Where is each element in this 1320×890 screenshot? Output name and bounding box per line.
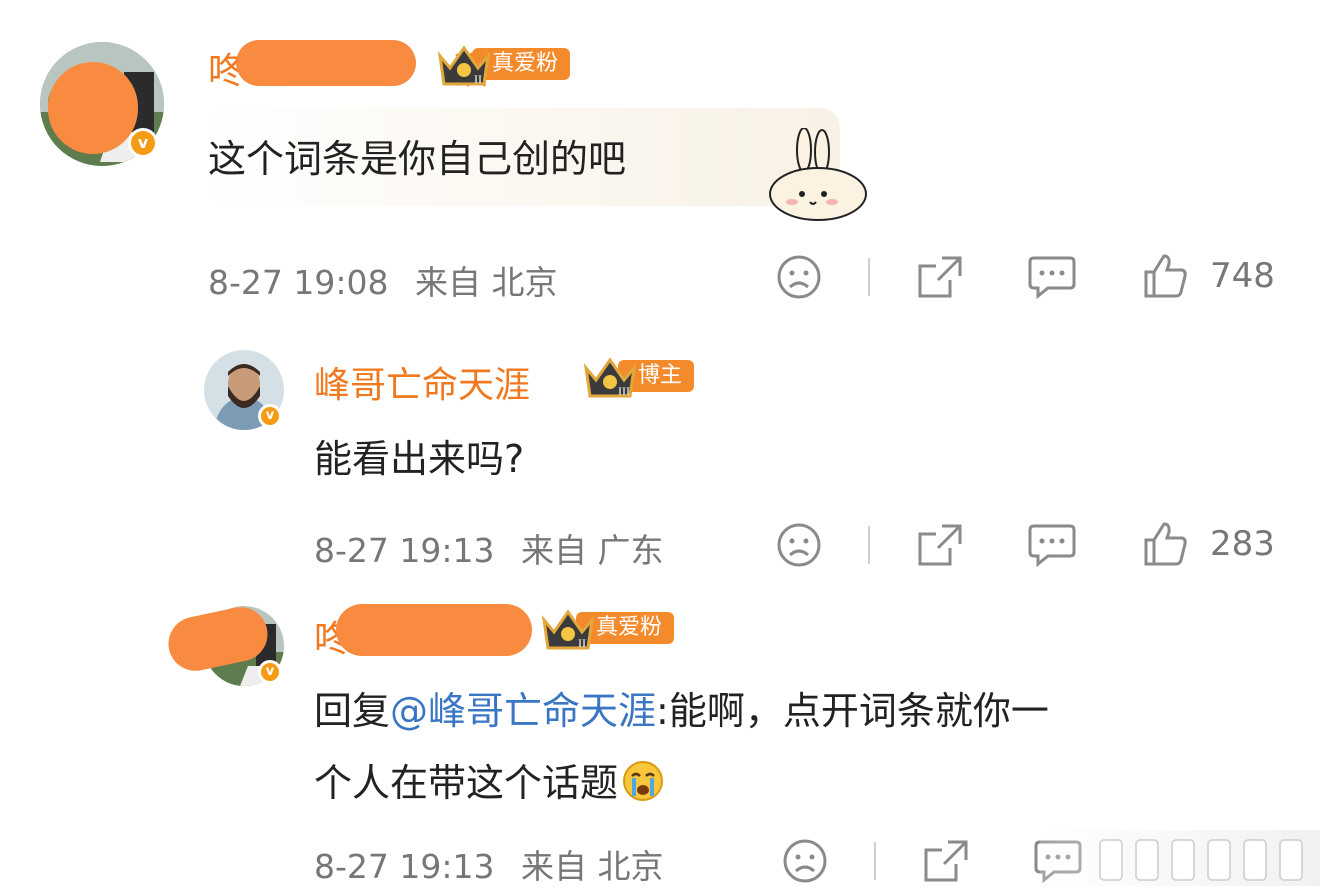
bunny-sticker (766, 127, 876, 228)
crown-icon: III (583, 357, 637, 398)
comment-date: 8-27 19:13 (314, 847, 495, 886)
like-icon[interactable] (1142, 520, 1188, 572)
reply-text: 回复@峰哥亡命天涯:能啊，点开词条就你一 (314, 680, 1049, 735)
username[interactable]: 峰哥亡命天涯 (314, 356, 530, 408)
share-icon[interactable] (916, 254, 964, 304)
like-count: 748 (1210, 256, 1275, 296)
comment-meta: 8-27 19:13 来自 广东 (314, 524, 664, 572)
watermark (1040, 830, 1320, 886)
crown-icon: II (541, 609, 595, 650)
divider (874, 842, 876, 880)
comment-location: 来自 北京 (521, 847, 664, 886)
reply-body: :能啊，点开词条就你一 (656, 689, 1049, 733)
reply-prefix: 回复 (314, 689, 391, 733)
divider (868, 258, 870, 296)
comment-text: 能看出来吗? (314, 437, 525, 481)
comment-date: 8-27 19:08 (208, 263, 389, 302)
verified-icon: v (258, 660, 282, 684)
dislike-icon[interactable] (776, 522, 822, 572)
crown-icon: II (437, 45, 491, 86)
redaction-mark (236, 40, 416, 86)
verified-icon: v (128, 128, 158, 158)
crying-emoji (622, 760, 664, 811)
share-icon[interactable] (916, 522, 964, 572)
comment-text: 这个词条是你自己创的吧 (208, 137, 627, 181)
redaction-mark (336, 604, 532, 656)
comment-location: 来自 北京 (415, 263, 558, 302)
dislike-icon[interactable] (776, 254, 822, 304)
share-icon[interactable] (922, 838, 970, 888)
comment-meta: 8-27 19:13 来自 北京 (314, 840, 664, 888)
comment-icon[interactable] (1028, 254, 1076, 304)
svg-text:II: II (474, 72, 482, 86)
mention-link[interactable]: @峰哥亡命天涯 (390, 689, 656, 733)
verified-icon: v (258, 404, 282, 428)
like-icon[interactable] (1142, 252, 1188, 304)
divider (868, 526, 870, 564)
svg-text:III: III (618, 384, 630, 398)
comment-location: 来自 广东 (521, 531, 664, 570)
comment-meta: 8-27 19:08 来自 北京 (208, 256, 558, 304)
comment-date: 8-27 19:13 (314, 531, 495, 570)
dislike-icon[interactable] (782, 838, 828, 888)
redaction-mark (48, 62, 138, 154)
svg-text:II: II (578, 636, 586, 650)
like-count: 283 (1210, 524, 1275, 564)
reply-text-line2: 个人在带这个话题 (314, 752, 664, 811)
comment-icon[interactable] (1028, 522, 1076, 572)
